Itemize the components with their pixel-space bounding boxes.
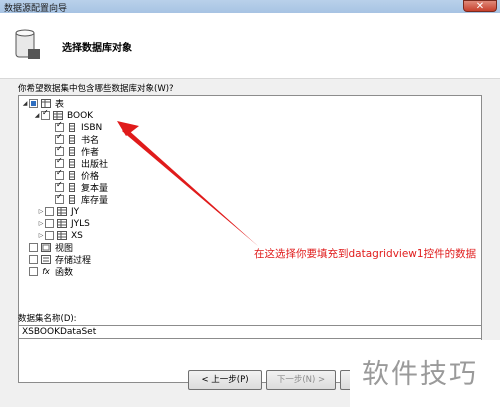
watermark-text: 软件技巧: [362, 359, 478, 390]
annotation-text: 在这选择你要填充到datagridview1控件的数据: [254, 248, 477, 260]
watermark: 软件技巧: [350, 340, 500, 407]
